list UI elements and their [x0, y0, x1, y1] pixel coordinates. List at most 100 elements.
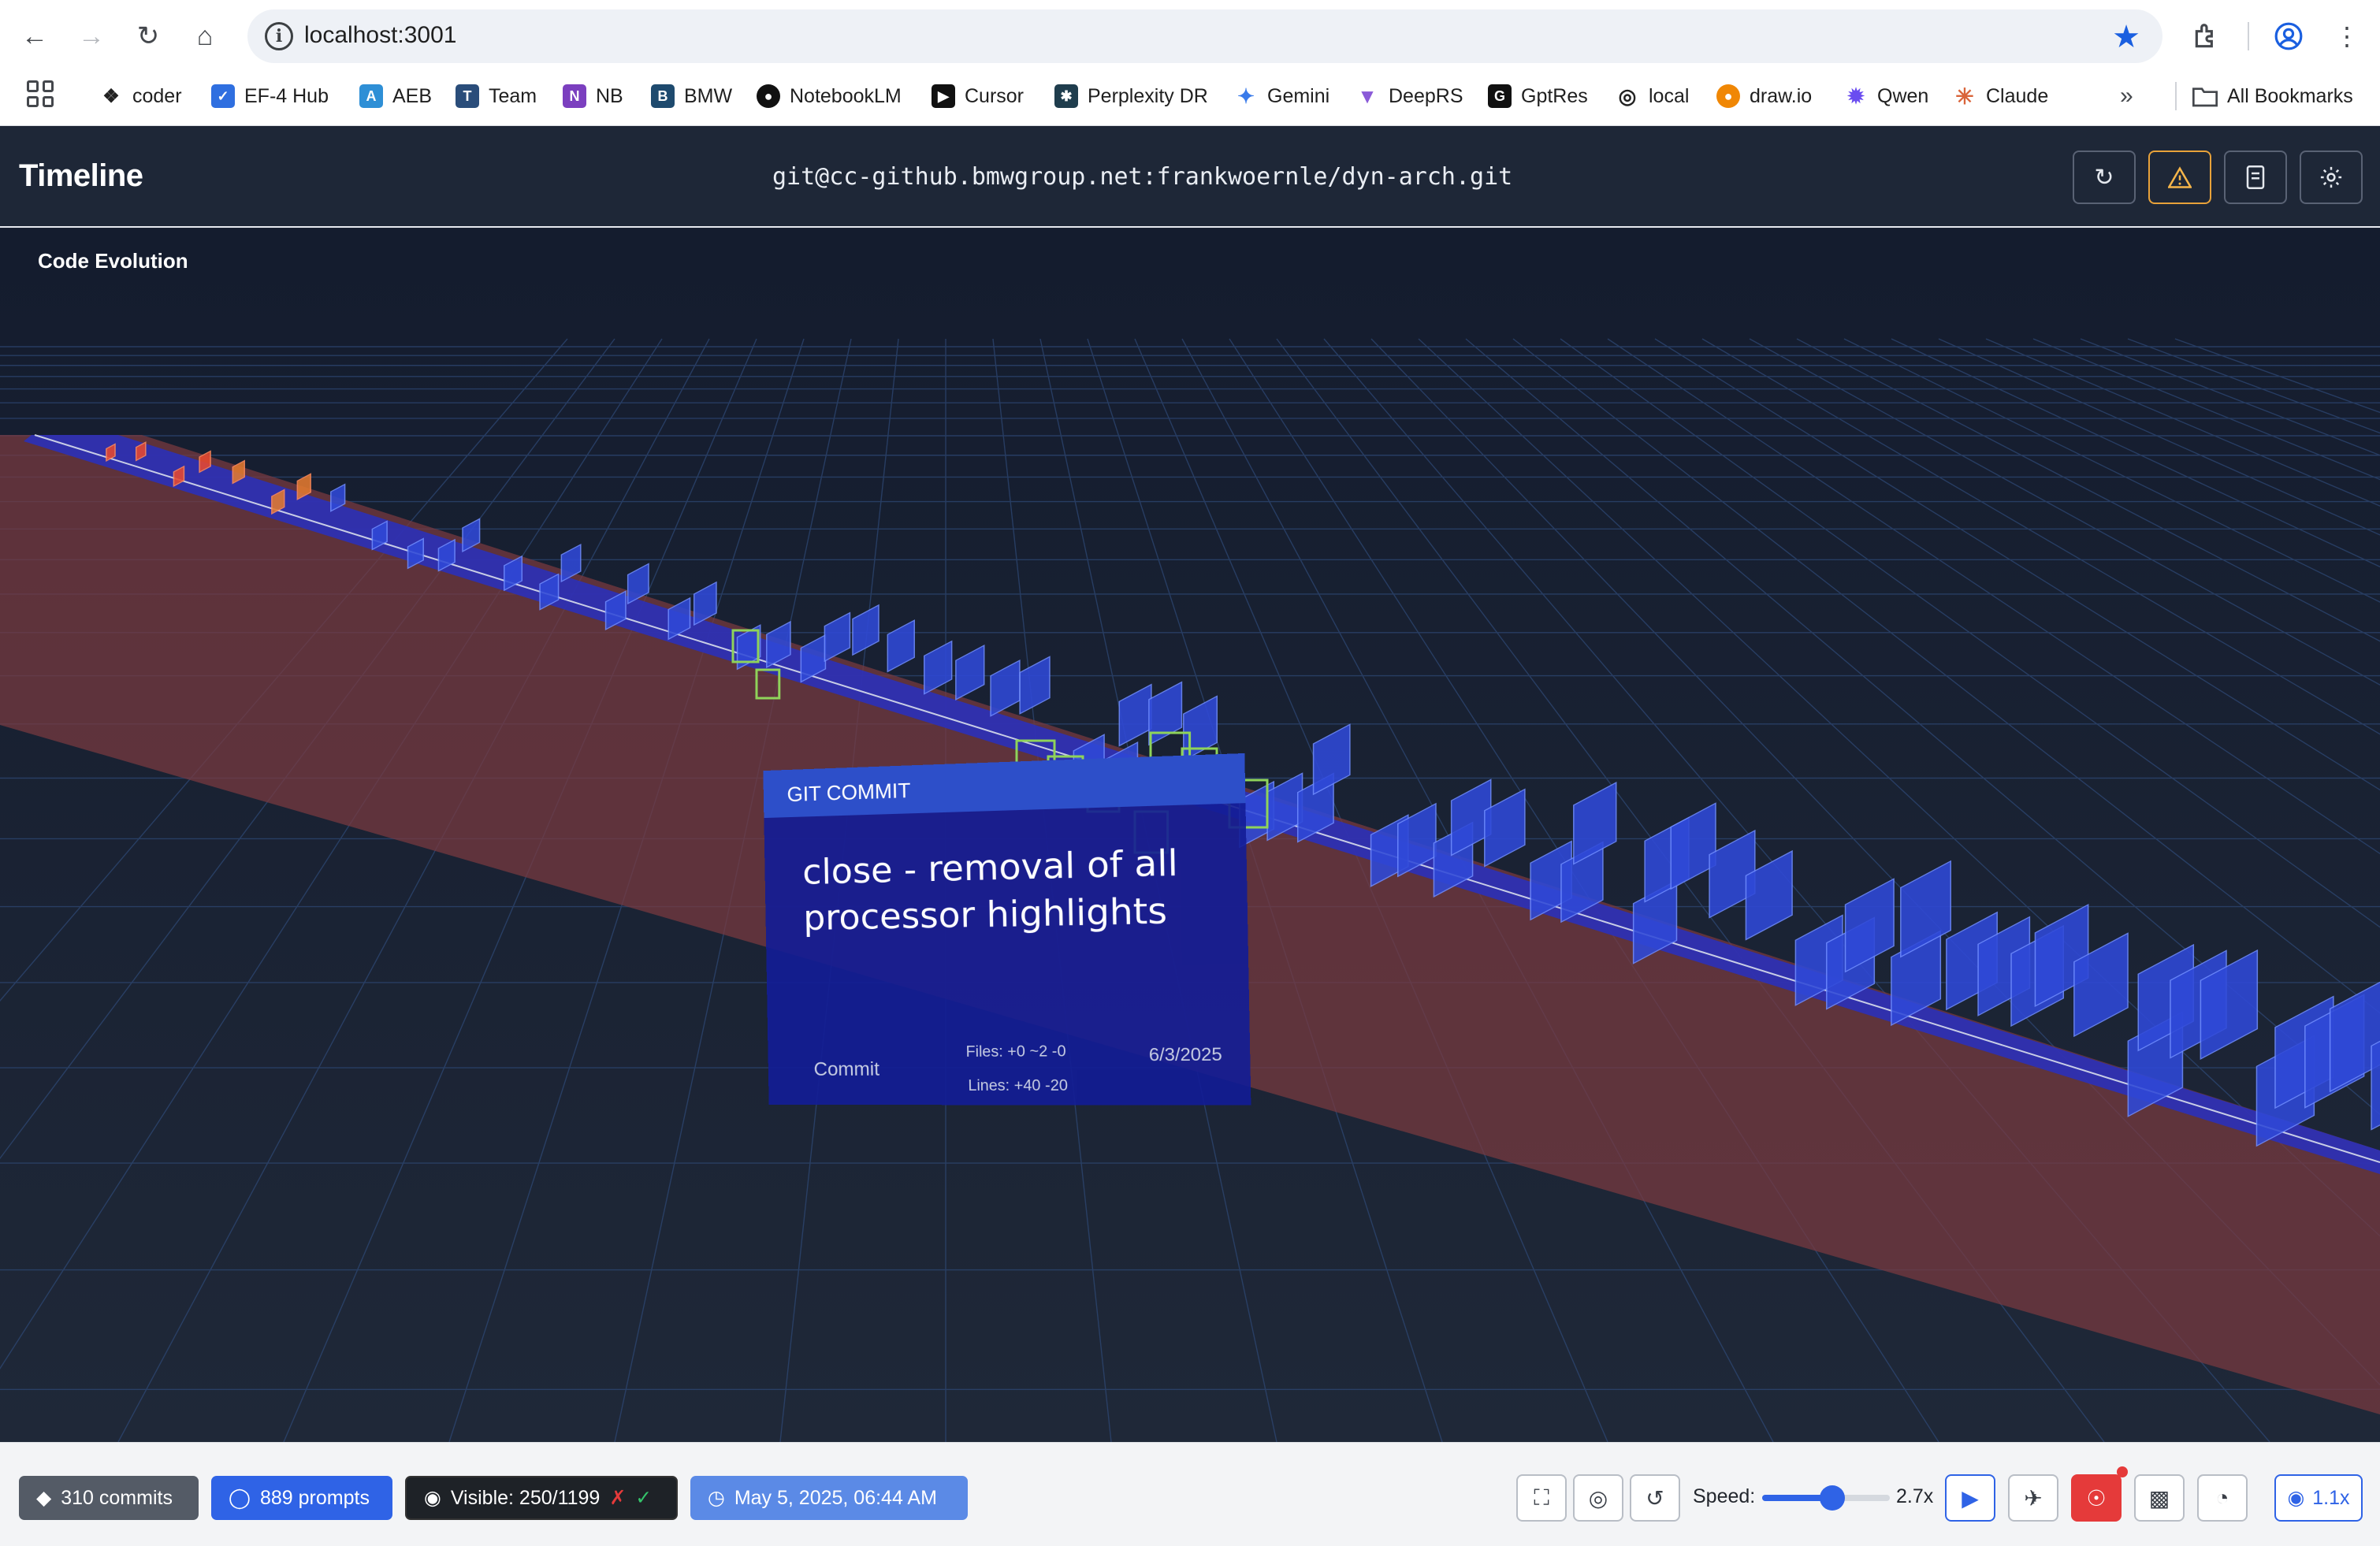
fullscreen-button[interactable]: ⛶ — [1516, 1474, 1567, 1522]
commit-type: Commit — [813, 1058, 880, 1080]
toolbar-divider — [2248, 22, 2249, 50]
bookmark-perplexity[interactable]: ✱ Perplexity DR — [1054, 79, 1208, 113]
coder-icon: ❖ — [102, 85, 120, 107]
all-bookmarks[interactable]: All Bookmarks — [2192, 79, 2353, 113]
bottom-toolbar: ◆ 310 commits ◯ 889 prompts ◉ Visible: 2… — [0, 1442, 2380, 1546]
bookmark-coder[interactable]: ❖ coder — [99, 79, 181, 113]
speed-value: 2.7x — [1896, 1485, 1934, 1507]
kebab-menu-icon[interactable]: ⋮ — [2326, 16, 2367, 57]
more-bookmarks-icon[interactable]: » — [2120, 79, 2133, 113]
warning-icon — [2168, 166, 2192, 188]
address-bar[interactable]: i localhost:3001 ★ — [247, 9, 2162, 63]
browser-toolbar: ← → ↻ ⌂ i localhost:3001 ★ ⋮ ❖ coder ✓ EF-… — [0, 0, 2380, 126]
page-title: Timeline — [19, 158, 143, 193]
bookmark-deeprs[interactable]: ▼ DeepRS — [1355, 79, 1463, 113]
warnings-button[interactable] — [2148, 151, 2211, 204]
play-icon: ▶ — [1962, 1485, 1979, 1511]
document-icon — [2246, 165, 2265, 189]
home-icon[interactable]: ⌂ — [183, 14, 227, 58]
fullscreen-icon: ⛶ — [1534, 1485, 1549, 1510]
popup-body: close - removal of all processor highlig… — [764, 803, 1251, 1106]
camera-zoom-button[interactable]: ◉ 1.1x — [2274, 1474, 2363, 1522]
bookmark-local[interactable]: ◎ local — [1616, 79, 1690, 113]
reset-view-button[interactable]: ↺ — [1630, 1474, 1680, 1522]
bookmark-bmw[interactable]: B BMW — [651, 79, 732, 113]
ef4-hub-icon: ✓ — [211, 84, 235, 108]
commits-badge[interactable]: ◆ 310 commits — [19, 1476, 199, 1520]
debug-button[interactable]: ☉ — [2071, 1474, 2122, 1522]
debug-indicator-dot — [2117, 1466, 2128, 1477]
aeb-icon: A — [359, 84, 383, 108]
refresh-icon: ↻ — [2094, 164, 2114, 191]
eye-icon: ◉ — [424, 1487, 441, 1509]
scene-title: Code Evolution — [38, 249, 188, 273]
settings-button[interactable] — [2300, 151, 2363, 204]
prompts-badge[interactable]: ◯ 889 prompts — [211, 1476, 392, 1520]
bookmark-gptres[interactable]: G GptRes — [1488, 79, 1588, 113]
cursor-icon: ▶ — [932, 84, 955, 108]
git-diamond-icon: ◆ — [36, 1487, 52, 1509]
repository-url: git@cc-github.bmwgroup.net:frankwoernle/… — [772, 163, 1513, 191]
bookmarks-bar: ❖ coder ✓ EF-4 Hub A AEB T Team N NB B BMW ● No… — [0, 74, 2380, 117]
notebooklm-icon: ● — [757, 84, 780, 108]
app-header: Timeline git@cc-github.bmwgroup.net:fran… — [0, 127, 2380, 228]
refresh-button[interactable]: ↻ — [2073, 151, 2136, 204]
commit-date: 6/3/2025 — [1148, 1043, 1223, 1065]
fly-mode-button[interactable]: ✈ — [2008, 1474, 2058, 1522]
bookmark-nb[interactable]: N NB — [563, 79, 623, 113]
gauge-icon: ◔ — [2215, 1485, 2229, 1510]
local-icon: ◎ — [1618, 84, 1637, 108]
bookmark-aeb[interactable]: A AEB — [359, 79, 432, 113]
check-circle-icon: ✓ — [635, 1487, 653, 1509]
settings-gear-icon — [2320, 166, 2342, 188]
forward-arrow-icon[interactable]: → — [69, 14, 113, 58]
git-commit-popup[interactable]: GIT COMMIT close - removal of all proces… — [763, 753, 1251, 1106]
x-mark-icon: ✗ — [609, 1487, 627, 1509]
performance-button[interactable]: ◔ — [2197, 1474, 2248, 1522]
bookmark-ef4-hub[interactable]: ✓ EF-4 Hub — [211, 79, 329, 113]
bmw-group-icon: B — [651, 84, 675, 108]
back-arrow-icon[interactable]: ← — [13, 14, 57, 58]
bug-icon: ☉ — [2086, 1485, 2107, 1511]
video-camera-icon: ▩ — [2148, 1485, 2170, 1511]
bookmark-gemini[interactable]: ✦ Gemini — [1234, 79, 1329, 113]
speed-slider[interactable] — [1762, 1485, 1890, 1511]
record-button[interactable]: ▩ — [2134, 1474, 2185, 1522]
play-button[interactable]: ▶ — [1945, 1474, 1995, 1522]
folder-icon — [2192, 87, 2218, 107]
onenote-icon: N — [563, 84, 586, 108]
document-button[interactable] — [2224, 151, 2287, 204]
bookmark-qwen[interactable]: ✹ Qwen — [1844, 79, 1928, 113]
visible-count-badge[interactable]: ◉ Visible: 250/1199 ✗ ✓ — [405, 1476, 678, 1520]
qwen-icon: ✹ — [1847, 84, 1865, 108]
reload-icon[interactable]: ↻ — [126, 14, 170, 58]
puzzle-icon[interactable] — [2186, 16, 2227, 57]
bookmark-team[interactable]: T Team — [456, 79, 537, 113]
gptres-icon: G — [1488, 84, 1512, 108]
gemini-sparkle-icon: ✦ — [1237, 84, 1255, 108]
bookmark-notebooklm[interactable]: ● NotebookLM — [757, 79, 902, 113]
url-text: localhost:3001 — [304, 22, 457, 48]
target-icon: ◎ — [1588, 1485, 1608, 1511]
timeline-3d-viewport[interactable]: Code Evolution GIT COMMIT close - remova… — [0, 229, 2380, 1442]
bookmarks-divider — [2175, 82, 2177, 110]
bookmark-claude[interactable]: ✳ Claude — [1953, 79, 2048, 113]
chat-bubble-icon: ◯ — [229, 1487, 251, 1509]
focus-button[interactable]: ◎ — [1573, 1474, 1623, 1522]
bookmark-cursor[interactable]: ▶ Cursor — [932, 79, 1024, 113]
airplane-icon: ✈ — [2024, 1485, 2043, 1511]
speed-label: Speed: — [1693, 1485, 1756, 1507]
speed-slider-thumb[interactable] — [1820, 1485, 1846, 1511]
team-icon: T — [456, 84, 479, 108]
current-date-badge[interactable]: ◷ May 5, 2025, 06:44 AM — [690, 1476, 968, 1520]
drawio-icon: ● — [1716, 84, 1740, 108]
bookmark-star-icon[interactable]: ★ — [2112, 19, 2140, 55]
profile-icon[interactable] — [2268, 16, 2309, 57]
commit-lines: Lines: +40 -20 — [968, 1077, 1069, 1094]
site-info-icon[interactable]: i — [265, 22, 293, 50]
commit-message: close - removal of all processor highlig… — [801, 842, 1179, 939]
clock-icon: ◷ — [708, 1487, 725, 1509]
deeprs-icon: ▼ — [1357, 84, 1378, 108]
bookmark-drawio[interactable]: ● draw.io — [1716, 79, 1812, 113]
commit-files: Files: +0 ~2 -0 — [965, 1042, 1066, 1061]
